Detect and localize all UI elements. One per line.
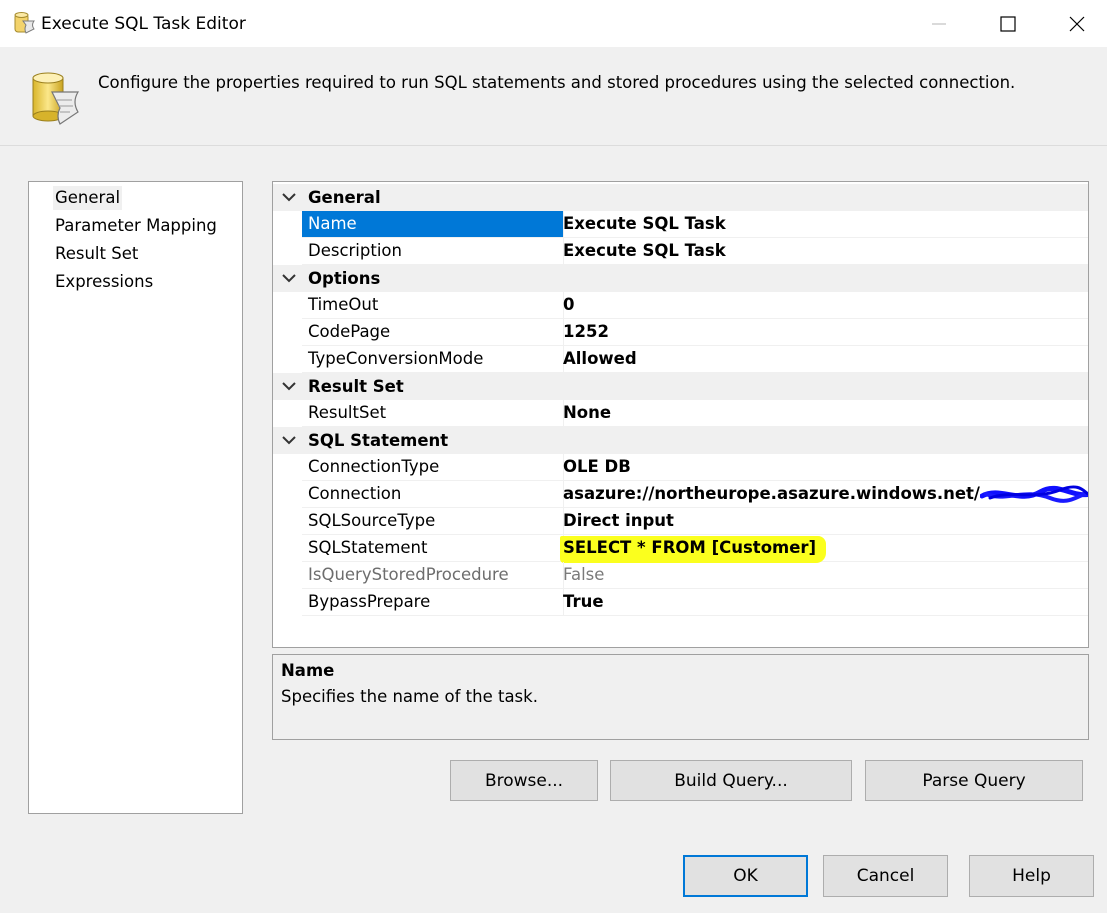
header-description: Configure the properties required to run… — [98, 73, 1016, 92]
property-row-isquerystoredprocedure[interactable]: IsQueryStoredProcedure False — [273, 562, 1088, 589]
property-row-connectiontype[interactable]: ConnectionType OLE DB — [273, 454, 1088, 481]
category-result-set[interactable]: Result Set — [273, 373, 1088, 400]
page-navigation: General Parameter Mapping Result Set Exp… — [28, 181, 243, 814]
description-title: Name — [281, 661, 335, 680]
property-name: BypassPrepare — [302, 589, 564, 616]
property-name: SQLSourceType — [302, 508, 564, 535]
nav-item-expressions[interactable]: Expressions — [53, 270, 155, 294]
description-text: Specifies the name of the task. — [281, 687, 538, 706]
browse-button[interactable]: Browse... — [450, 760, 598, 801]
nav-item-general[interactable]: General — [53, 186, 123, 210]
property-name: SQLStatement — [302, 535, 564, 562]
chevron-down-icon[interactable] — [281, 190, 297, 204]
property-value[interactable]: Execute SQL Task — [560, 211, 1088, 238]
chevron-down-icon[interactable] — [281, 433, 297, 447]
property-name: CodePage — [302, 319, 564, 346]
property-grid: General Name Execute SQL Task Descriptio… — [272, 181, 1089, 648]
category-label: General — [308, 188, 381, 207]
property-value[interactable]: Execute SQL Task — [560, 238, 1088, 265]
parse-query-button[interactable]: Parse Query — [865, 760, 1083, 801]
cancel-button[interactable]: Cancel — [823, 855, 948, 897]
chevron-down-icon[interactable] — [281, 271, 297, 285]
property-row-timeout[interactable]: TimeOut 0 — [273, 292, 1088, 319]
property-row-typeconversionmode[interactable]: TypeConversionMode Allowed — [273, 346, 1088, 373]
property-value[interactable]: 0 — [560, 292, 1088, 319]
property-value[interactable]: True — [560, 589, 1088, 616]
minimize-icon — [931, 22, 946, 25]
sql-task-icon — [30, 70, 82, 128]
property-name: ConnectionType — [302, 454, 564, 481]
property-row-description[interactable]: Description Execute SQL Task — [273, 238, 1088, 265]
category-options[interactable]: Options — [273, 265, 1088, 292]
redaction-scribble — [979, 484, 1088, 503]
property-name: ResultSet — [302, 400, 564, 427]
minimize-button[interactable] — [904, 0, 973, 47]
property-name: Connection — [302, 481, 564, 508]
property-row-sqlstatement[interactable]: SQLStatement SELECT * FROM [Customer] — [273, 535, 1088, 563]
property-value[interactable]: None — [560, 400, 1088, 427]
property-description-pane: Name Specifies the name of the task. — [272, 654, 1089, 740]
nav-item-parameter-mapping[interactable]: Parameter Mapping — [53, 214, 219, 238]
property-value[interactable]: 1252 — [560, 319, 1088, 346]
property-name: IsQueryStoredProcedure — [302, 562, 564, 589]
nav-item-result-set[interactable]: Result Set — [53, 242, 140, 266]
property-value[interactable]: Allowed — [560, 346, 1088, 373]
property-row-codepage[interactable]: CodePage 1252 — [273, 319, 1088, 346]
property-name: Name — [302, 211, 564, 238]
build-query-button[interactable]: Build Query... — [610, 760, 852, 801]
property-value[interactable]: OLE DB — [560, 454, 1088, 481]
property-name: Description — [302, 238, 564, 265]
property-name: TimeOut — [302, 292, 564, 319]
property-row-resultset[interactable]: ResultSet None — [273, 400, 1088, 427]
maximize-button[interactable] — [973, 0, 1042, 47]
help-button[interactable]: Help — [969, 855, 1094, 897]
close-button[interactable] — [1042, 0, 1107, 47]
property-row-bypassprepare[interactable]: BypassPrepare True — [273, 589, 1088, 616]
category-label: SQL Statement — [308, 431, 449, 450]
property-name: TypeConversionMode — [302, 346, 564, 373]
connection-string: asazure://northeurope.asazure.windows.ne… — [563, 484, 980, 503]
category-sql-statement[interactable]: SQL Statement — [273, 427, 1088, 454]
maximize-icon — [999, 15, 1016, 32]
category-label: Options — [308, 269, 381, 288]
ok-button[interactable]: OK — [683, 855, 808, 897]
category-general[interactable]: General — [273, 184, 1088, 211]
property-value[interactable]: asazure://northeurope.asazure.windows.ne… — [560, 481, 1088, 508]
property-row-sqlsourcetype[interactable]: SQLSourceType Direct input — [273, 508, 1088, 535]
close-icon — [1069, 16, 1084, 31]
property-row-connection[interactable]: Connection asazure://northeurope.asazure… — [273, 481, 1088, 508]
property-value[interactable]: SELECT * FROM [Customer] — [560, 535, 1088, 563]
chevron-down-icon[interactable] — [281, 379, 297, 393]
property-value: False — [560, 562, 1088, 589]
highlighted-sql-statement: SELECT * FROM [Customer] — [560, 536, 827, 563]
title-bar: Execute SQL Task Editor — [0, 0, 1107, 47]
window-title: Execute SQL Task Editor — [41, 14, 246, 34]
category-label: Result Set — [308, 377, 404, 396]
header-divider — [0, 145, 1107, 146]
property-value[interactable]: Direct input — [560, 508, 1088, 535]
app-icon — [12, 11, 38, 37]
property-row-name[interactable]: Name Execute SQL Task — [273, 211, 1088, 238]
